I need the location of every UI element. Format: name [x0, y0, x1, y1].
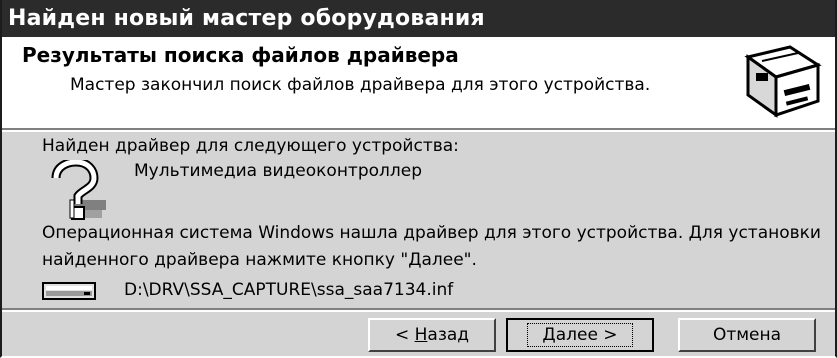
driver-file-path: D:\DRV\SSA_CAPTURE\ssa_saa7134.inf	[124, 280, 454, 300]
title-bar[interactable]: Найден новый мастер оборудования	[2, 0, 835, 37]
back-button[interactable]: < Назад	[368, 318, 496, 352]
back-button-accelerator: Н	[414, 325, 428, 345]
next-button-accelerator: Д	[542, 325, 556, 345]
next-button-label: алее >	[555, 325, 618, 345]
cancel-button[interactable]: Отмена	[678, 318, 816, 352]
unknown-device-question-icon	[51, 160, 106, 220]
wizard-body: Найден драйвер для следующего устройства…	[2, 132, 835, 308]
drive-icon	[42, 282, 96, 300]
next-button[interactable]: Далее >	[506, 318, 654, 352]
wizard-header: Результаты поиска файлов драйвера Мастер…	[2, 37, 835, 128]
wizard-window: Найден новый мастер оборудования Результ…	[0, 0, 837, 358]
back-button-prefix: <	[394, 325, 415, 345]
window-title: Найден новый мастер оборудования	[8, 6, 485, 31]
back-button-label: азад	[427, 325, 470, 345]
device-name: Мультимедиа видеоконтроллер	[134, 161, 423, 181]
footer-separator	[2, 308, 835, 312]
cancel-button-label: Отмена	[712, 325, 782, 345]
next-button-focus: Далее >	[527, 323, 633, 347]
hardware-wizard-icon	[742, 43, 824, 121]
driver-found-message: Операционная система Windows нашла драйв…	[42, 223, 821, 270]
found-driver-label: Найден драйвер для следующего устройства…	[42, 136, 459, 156]
header-subtitle: Мастер закончил поиск файлов драйвера дл…	[70, 75, 651, 95]
header-title: Результаты поиска файлов драйвера	[22, 43, 459, 67]
